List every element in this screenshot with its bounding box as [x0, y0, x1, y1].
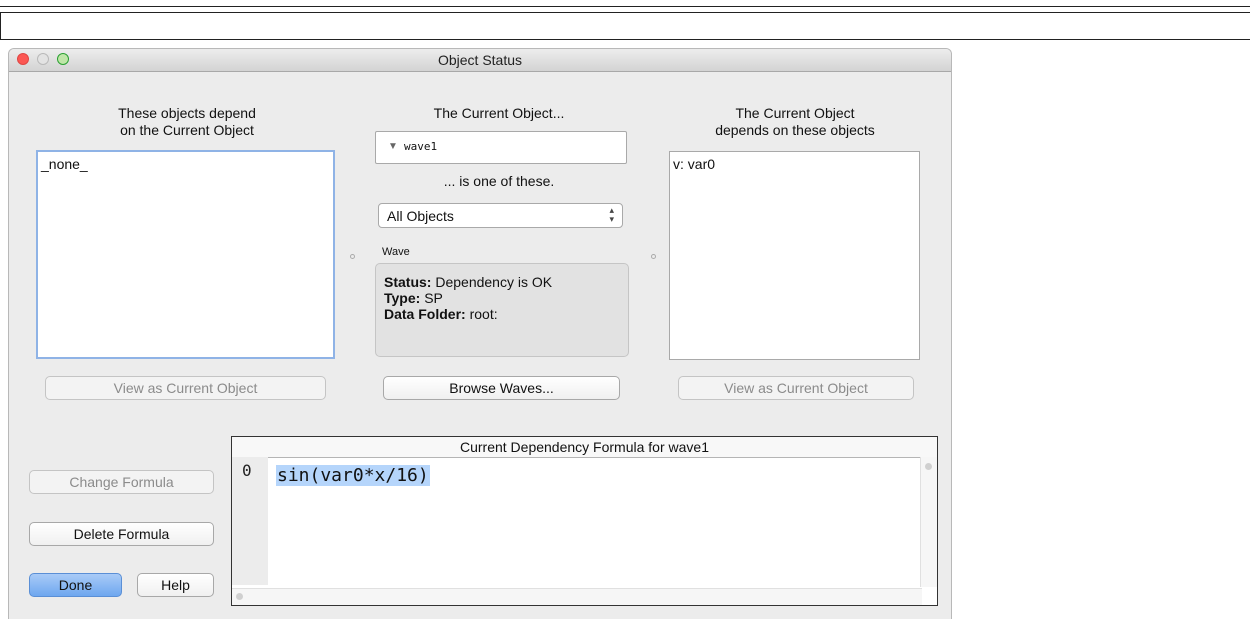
view-dependent-button[interactable]: View as Current Object	[45, 376, 326, 400]
status-value: Dependency is OK	[435, 274, 553, 290]
change-formula-button[interactable]: Change Formula	[29, 470, 214, 494]
done-button[interactable]: Done	[29, 573, 122, 597]
object-status-window: Object Status These objects depend on th…	[9, 49, 951, 619]
type-label: Type:	[384, 290, 421, 306]
object-info-box: Status: Dependency is OK Type: SP Data F…	[375, 263, 629, 357]
title-bar[interactable]: Object Status	[9, 49, 951, 72]
disclosure-triangle-icon[interactable]: ▼	[388, 141, 398, 152]
is-one-of-label: ... is one of these.	[443, 173, 555, 189]
formula-panel-title: Current Dependency Formula for wave1	[232, 437, 937, 458]
dependencies-heading-line2: depends on these objects	[715, 122, 875, 138]
dependents-heading-line1: These objects depend	[118, 105, 256, 121]
dependents-heading-line2: on the Current Object	[120, 122, 254, 138]
dependencies-heading-line1: The Current Object	[735, 105, 855, 121]
formula-code[interactable]: sin(var0*x/16)	[276, 465, 430, 486]
horizontal-scrollbar[interactable]	[232, 588, 922, 605]
dependencies-list[interactable]: v: var0	[669, 151, 920, 360]
object-type-popup[interactable]: All Objects ▴ ▾	[378, 203, 623, 228]
object-type-popup-value: All Objects	[387, 208, 454, 224]
scroll-knob-icon[interactable]	[236, 593, 243, 600]
object-kind-label: Wave	[382, 246, 410, 258]
list-item[interactable]: v: var0	[673, 156, 916, 172]
top-toolbar-edge	[0, 0, 1250, 7]
help-button[interactable]: Help	[137, 573, 214, 597]
formula-panel: Current Dependency Formula for wave1 0 s…	[231, 436, 938, 606]
vertical-scrollbar[interactable]	[920, 457, 937, 587]
type-value: SP	[424, 290, 443, 306]
line-number-gutter: 0	[232, 457, 268, 585]
splitter-handle-left[interactable]	[350, 254, 355, 259]
status-label: Status:	[384, 274, 432, 290]
status-line: Status: Dependency is OK	[384, 274, 620, 290]
top-command-field[interactable]	[0, 12, 1250, 40]
list-item[interactable]: _none_	[41, 156, 330, 172]
dependents-heading: These objects depend on the Current Obje…	[37, 105, 337, 139]
current-object-name: wave1	[404, 140, 438, 153]
browse-waves-button[interactable]: Browse Waves...	[383, 376, 620, 400]
current-object-heading: The Current Object...	[433, 105, 565, 121]
up-down-arrows-icon: ▴ ▾	[609, 205, 614, 224]
view-dependency-button[interactable]: View as Current Object	[678, 376, 914, 400]
delete-formula-button[interactable]: Delete Formula	[29, 522, 214, 546]
current-object-selector[interactable]: ▼ wave1	[375, 131, 627, 164]
data-folder-line: Data Folder: root:	[384, 306, 620, 322]
window-title: Object Status	[437, 52, 523, 68]
splitter-handle-right[interactable]	[651, 254, 656, 259]
data-folder-value: root:	[469, 306, 498, 322]
line-number: 0	[242, 461, 252, 480]
data-folder-label: Data Folder:	[384, 306, 466, 322]
scroll-knob-icon[interactable]	[925, 463, 932, 470]
dependencies-heading: The Current Object depends on these obje…	[669, 105, 921, 139]
dependents-list[interactable]: _none_	[36, 150, 335, 359]
type-line: Type: SP	[384, 290, 620, 306]
